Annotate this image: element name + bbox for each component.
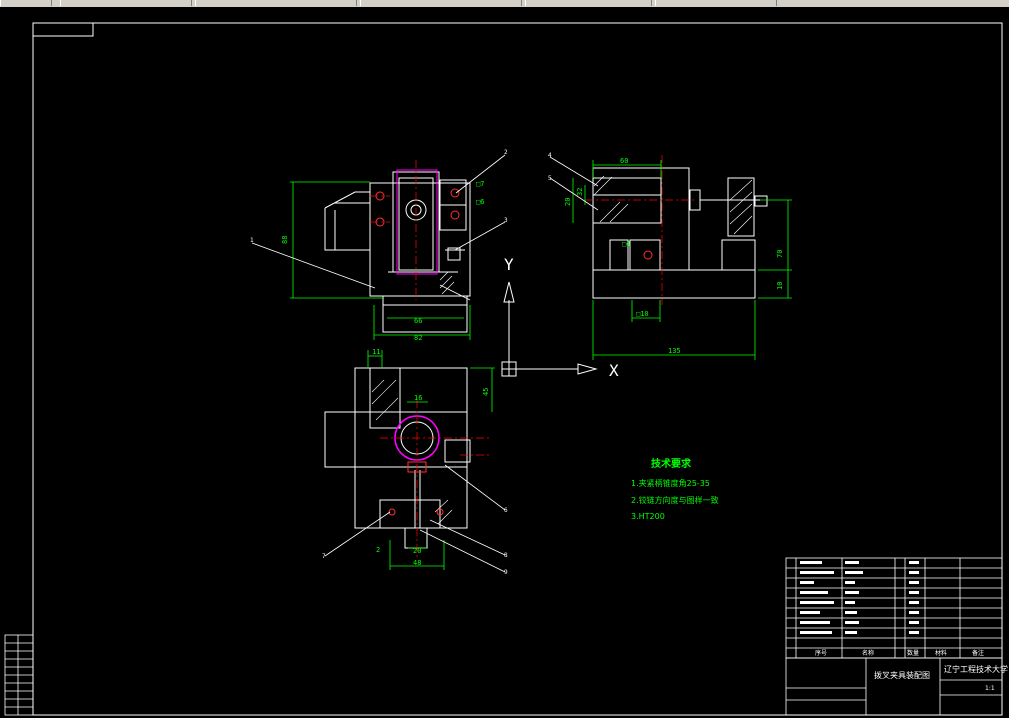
toolbar-tab[interactable] <box>655 0 777 6</box>
dim-top-mid: 16 <box>414 394 422 402</box>
toolbar-tab[interactable] <box>60 0 192 6</box>
part-balloon: 3 <box>504 217 508 224</box>
parts-list-header: 名称 <box>862 649 874 657</box>
dim-front-height: 88 <box>281 236 289 244</box>
part-balloon: 4 <box>548 152 552 159</box>
tech-requirement-item: 1.夹紧柄锥度角25-35 <box>631 478 710 488</box>
roughness-mark: □6 <box>476 198 484 206</box>
dim-side-total: 135 <box>668 347 681 355</box>
top-view-holes <box>388 461 444 516</box>
dim-side-small: □10 <box>636 310 649 318</box>
parts-list-cells <box>800 561 919 634</box>
revision-table <box>4 634 34 716</box>
dim-side-right-b: 10 <box>776 282 784 290</box>
part-balloon: 7 <box>322 553 326 560</box>
school-name: 辽宁工程技术大学 <box>944 664 1008 674</box>
parts-list-header: 数量 <box>907 649 919 657</box>
toolbar-tab[interactable] <box>0 0 52 6</box>
parts-list-header: 材料 <box>935 649 947 657</box>
toolbar-tab[interactable] <box>360 0 522 6</box>
dim-top-right: 45 <box>482 388 490 396</box>
tech-requirements-title: 技术要求 <box>651 457 692 470</box>
dim-bottom-total: 48 <box>413 559 421 567</box>
dim-front-width: 82 <box>414 334 422 342</box>
dim-side-left-b: 32 <box>576 188 584 196</box>
tech-requirements: 技术要求 1.夹紧柄锥度角25-35 2.铰链方向度与图样一致 3.HT200 <box>631 457 719 521</box>
part-balloon: 5 <box>548 175 552 182</box>
tech-requirement-item: 3.HT200 <box>631 512 665 521</box>
side-view-holes <box>643 250 653 260</box>
part-balloon: 2 <box>504 149 508 156</box>
roughness-mark: □7 <box>476 180 484 188</box>
dim-top-left: 11 <box>372 348 380 356</box>
parts-list-header: 备注 <box>972 649 984 657</box>
part-balloon: 8 <box>504 552 508 559</box>
toolbar-tab[interactable] <box>195 0 357 6</box>
top-view-centerlines <box>380 400 492 560</box>
tech-requirement-item: 2.铰链方向度与图样一致 <box>631 495 719 505</box>
side-view-dimensions <box>572 160 792 360</box>
drawing-scale: 1:1 <box>985 685 995 692</box>
part-balloon: 9 <box>504 569 508 576</box>
toolbar-tab[interactable] <box>525 0 652 6</box>
front-view-magenta <box>396 169 438 275</box>
dim-side-right-a: 70 <box>776 250 784 258</box>
roughness-mark: □4 <box>622 240 630 248</box>
drawing-title: 拨叉夹具装配图 <box>874 670 930 680</box>
dim-side-top: 60 <box>620 157 628 165</box>
top-view <box>324 367 471 549</box>
leader-lines <box>251 154 599 573</box>
dim-front-inner-width: 66 <box>414 317 422 325</box>
ucs-axes-icon <box>501 281 598 377</box>
dim-side-left-a: 20 <box>564 198 572 206</box>
cad-drawing-canvas[interactable]: 88 66 82 □7 □6 60 135 70 10 □10 20 32 □4… <box>0 7 1009 718</box>
front-view-holes <box>375 188 460 227</box>
axis-x-label: X <box>609 361 619 380</box>
dim-bottom-left: 2 <box>376 546 380 554</box>
part-balloon: 1 <box>250 237 254 244</box>
app-toolbar-strip <box>0 0 1009 7</box>
parts-list-header: 序号 <box>815 649 827 657</box>
top-view-dimensions <box>367 350 495 570</box>
axis-y-label: Y <box>504 255 514 274</box>
side-view <box>592 167 768 299</box>
part-balloon: 6 <box>504 507 508 514</box>
dim-bottom-mid: 20 <box>413 547 421 555</box>
front-view-dimensions <box>290 181 471 340</box>
